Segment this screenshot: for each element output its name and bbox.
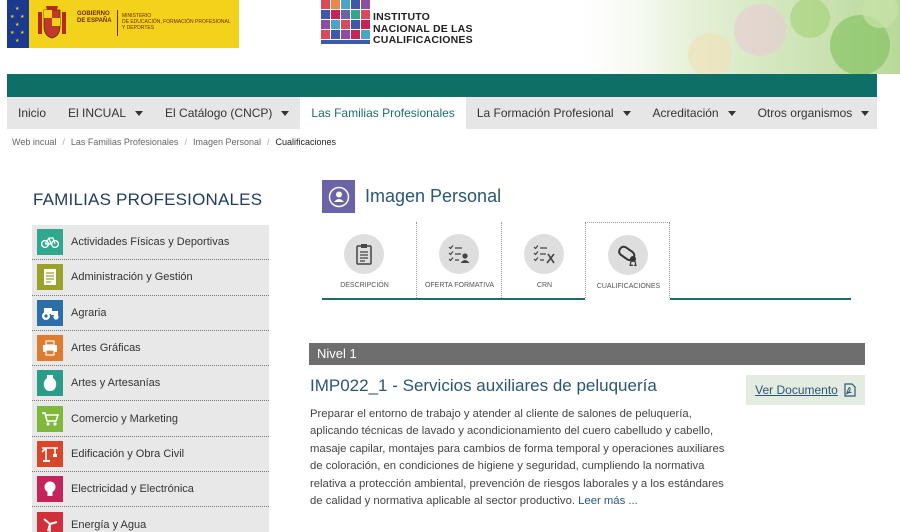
read-more-link[interactable]: Leer más ...	[578, 495, 638, 507]
breadcrumb: Web incual / Las Familias Profesionales / Im…	[12, 137, 336, 147]
nav-item-acreditacion[interactable]: Acreditación	[642, 97, 747, 129]
main-navigation: Inicio El INCUAL El Catálogo (CNCP) Las …	[7, 97, 877, 129]
pdf-icon	[844, 383, 856, 397]
diploma-icon	[608, 235, 648, 275]
breadcrumb-current: Cualificaciones	[275, 137, 337, 147]
nav-item-label: Inicio	[18, 106, 47, 120]
qualification-description: Preparar el entorno de trabajo y atender…	[310, 406, 725, 510]
breadcrumb-separator: /	[184, 137, 187, 147]
nav-item-label: Otros organismos	[757, 106, 853, 120]
windmill-icon	[37, 511, 63, 532]
breadcrumb-link-web-incual[interactable]: Web incual	[12, 137, 56, 147]
breadcrumb-separator: /	[267, 137, 270, 147]
sidebar-item-agraria[interactable]: Agraria	[32, 295, 269, 331]
person-icon	[322, 180, 355, 213]
level-header: Nivel 1	[309, 343, 865, 365]
sidebar-item-label: Comercio y Marketing	[71, 412, 178, 425]
printer-icon	[37, 335, 63, 362]
sidebar-item-actividades-fisicas[interactable]: Actividades Físicas y Deportivas	[32, 225, 269, 261]
government-logo[interactable]: ★ ★ ★ ★ ★ ★ ★ GOBIERNO DE ESPAÑA MINISTERIO…	[7, 0, 239, 48]
sidebar-item-artes-artesanias[interactable]: Artes y Artesanías	[32, 366, 269, 402]
nav-item-label: La Formación Profesional	[476, 106, 614, 120]
bicycle-icon	[37, 229, 63, 256]
bulb-icon	[37, 476, 63, 503]
logo-divider	[117, 10, 118, 36]
sidebar-item-artes-graficas[interactable]: Artes Gráficas	[32, 330, 269, 367]
sidebar-item-label: Agraria	[71, 306, 107, 319]
sidebar-item-label: Edificación y Obra Civil	[71, 447, 185, 460]
view-document-button[interactable]: Ver Documento	[746, 375, 865, 405]
sidebar-item-edificacion[interactable]: Edificación y Obra Civil	[32, 436, 269, 473]
checklist-person-icon	[439, 234, 479, 274]
caret-down-icon	[622, 110, 631, 116]
tab-crn[interactable]: CRN	[501, 222, 586, 298]
nav-item-label: Las Familias Profesionales	[311, 106, 455, 120]
crane-icon	[37, 440, 63, 467]
document-icon	[37, 264, 63, 291]
tab-label: CRN	[536, 282, 553, 289]
nav-item-familias-profesionales[interactable]: Las Familias Profesionales	[300, 97, 466, 129]
breadcrumb-link-imagen-personal[interactable]: Imagen Personal	[193, 137, 261, 147]
nav-item-label: El INCUAL	[68, 106, 127, 120]
family-tabs: DESCRIPCIÓN OFERTA FORMATIVA CRN CUALIFI…	[322, 222, 851, 300]
checklist-tools-icon	[524, 234, 564, 274]
nav-item-inicio[interactable]: Inicio	[7, 97, 57, 129]
sidebar-family-list: Actividades Físicas y Deportivas Adminis…	[32, 225, 269, 532]
sidebar-item-label: Energía y Agua	[71, 518, 147, 531]
sidebar-item-comercio-marketing[interactable]: Comercio y Marketing	[32, 401, 269, 437]
sidebar-item-label: Actividades Físicas y Deportivas	[71, 236, 230, 249]
clipboard-icon	[344, 234, 384, 274]
tab-oferta-formativa[interactable]: OFERTA FORMATIVA	[416, 222, 501, 298]
nav-item-label: El Catálogo (CNCP)	[165, 106, 273, 120]
sidebar-item-energia-agua[interactable]: Energía y Agua	[32, 507, 269, 532]
vase-icon	[37, 370, 63, 397]
qualification-title-link[interactable]: IMP022_1 - Servicios auxiliares de peluq…	[310, 376, 657, 396]
ministry-name: MINISTERIO DE EDUCACIÓN, FORMACIÓN PROFE…	[122, 13, 231, 31]
tab-label: OFERTA FORMATIVA	[424, 282, 495, 289]
caret-down-icon	[135, 110, 144, 116]
tab-cualificaciones[interactable]: CUALIFICACIONES	[585, 222, 670, 300]
tractor-icon	[37, 299, 63, 326]
nav-item-formacion-profesional[interactable]: La Formación Profesional	[466, 97, 642, 129]
nav-item-el-catalogo[interactable]: El Catálogo (CNCP)	[154, 97, 300, 129]
tab-label: DESCRIPCIÓN	[340, 282, 389, 289]
nav-item-otros-organismos[interactable]: Otros organismos	[747, 97, 881, 129]
view-document-label: Ver Documento	[755, 383, 838, 397]
tab-descripcion[interactable]: DESCRIPCIÓN	[322, 222, 407, 298]
nav-item-label: Acreditación	[652, 106, 719, 120]
breadcrumb-link-familias[interactable]: Las Familias Profesionales	[71, 137, 179, 147]
sidebar-item-administracion[interactable]: Administración y Gestión	[32, 260, 269, 296]
cart-icon	[37, 405, 63, 432]
incual-logo-icon[interactable]	[321, 0, 371, 47]
breadcrumb-separator: /	[62, 137, 65, 147]
nav-item-el-incual[interactable]: El INCUAL	[57, 97, 154, 129]
sidebar-item-label: Administración y Gestión	[71, 271, 193, 284]
site-header: ★ ★ ★ ★ ★ ★ ★ GOBIERNO DE ESPAÑA MINISTERIO…	[0, 0, 900, 74]
sidebar-item-label: Electricidad y Electrónica	[71, 483, 194, 496]
header-accent-bar	[7, 74, 877, 97]
sidebar-title: FAMILIAS PROFESIONALES	[33, 190, 263, 209]
institute-name[interactable]: INSTITUTO NACIONAL DE LAS CUALIFICACIONE…	[373, 11, 473, 47]
header-background-art	[560, 0, 900, 74]
family-header: Imagen Personal	[322, 180, 501, 213]
sidebar-item-label: Artes Gráficas	[71, 342, 141, 355]
spain-coat-of-arms-icon	[38, 6, 66, 39]
caret-down-icon	[281, 110, 290, 116]
caret-down-icon	[861, 110, 870, 116]
eu-flag-icon: ★ ★ ★ ★ ★ ★ ★	[7, 0, 29, 48]
caret-down-icon	[727, 110, 736, 116]
page-title: Imagen Personal	[365, 186, 502, 206]
sidebar-item-label: Artes y Artesanías	[71, 377, 161, 390]
description-text: Preparar el entorno de trabajo y atender…	[310, 408, 725, 508]
sidebar-item-electricidad[interactable]: Electricidad y Electrónica	[32, 472, 269, 508]
government-name: GOBIERNO DE ESPAÑA	[77, 11, 112, 24]
tab-label: CUALIFICACIONES	[596, 283, 661, 290]
